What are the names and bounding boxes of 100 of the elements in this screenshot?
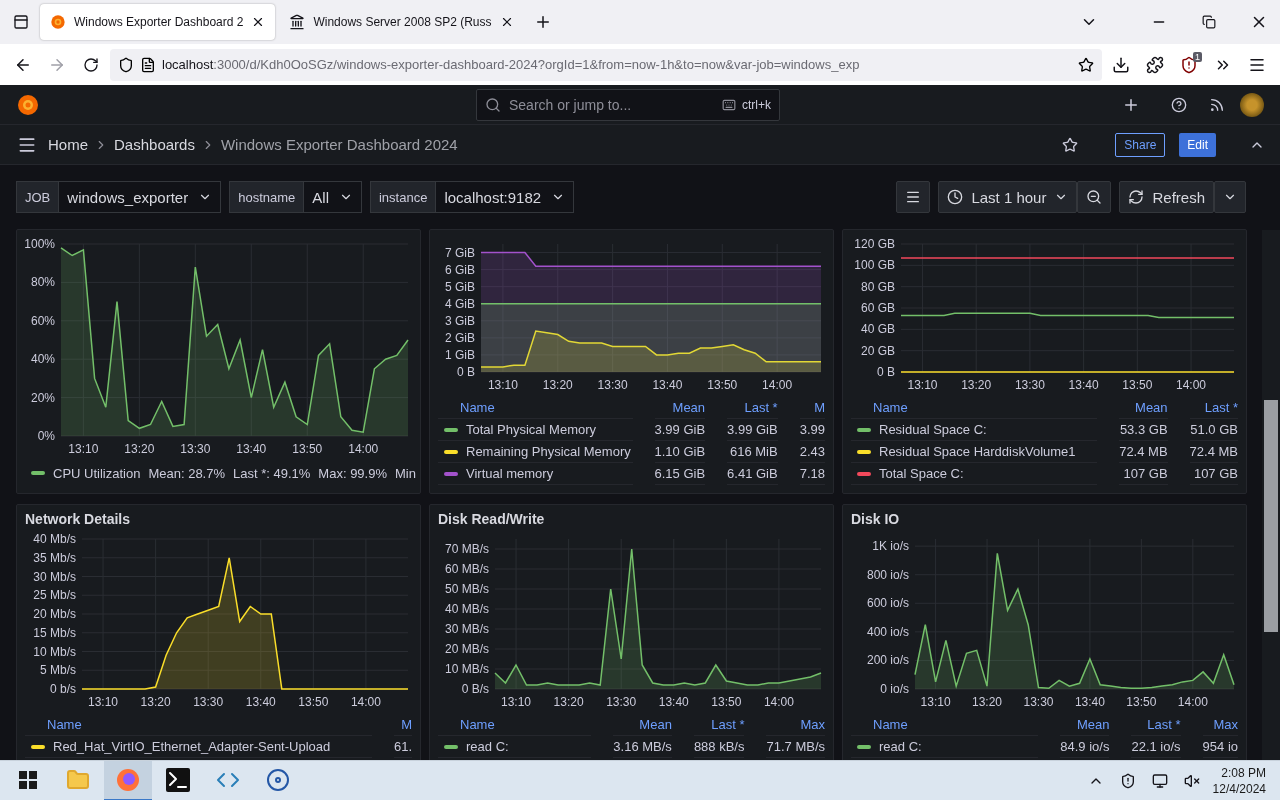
legend-label[interactable]: Total Physical Memory [466, 422, 597, 437]
axis-tick-label: 13:40 [652, 378, 683, 392]
terminal-icon [166, 767, 190, 792]
axis-tick-label: 13:40 [1074, 695, 1105, 709]
table-cell: 72.4 MB [1189, 441, 1238, 463]
table-cell: 61. [393, 736, 412, 758]
building-icon [289, 14, 306, 30]
column-header[interactable]: Last * [693, 714, 745, 736]
axis-tick-label: 13:40 [236, 442, 267, 456]
panel-title: Disk Read/Write [438, 511, 546, 529]
axis-tick-label: 40 MB/s [445, 602, 489, 616]
table-cell: 107 GB [1119, 463, 1168, 485]
legend-label[interactable]: read C: [879, 739, 922, 754]
variable-select[interactable]: windows_exporter [59, 181, 222, 213]
table-cell: 1.10 GiB [654, 441, 706, 463]
axis-tick-label: 100% [25, 237, 55, 251]
axis-tick-label: 13:20 [140, 695, 171, 709]
axis-tick-label: 400 io/s [866, 624, 909, 639]
axis-tick-label: 60 GB [860, 301, 895, 315]
axis-tick-label: 60 MB/s [445, 562, 489, 576]
legend-label[interactable]: Virtual memory [466, 466, 554, 481]
keyboard-icon [722, 97, 736, 112]
axis-tick-label: 13:30 [597, 378, 628, 392]
legend-label[interactable]: CPU Utilization [53, 465, 141, 481]
avatar[interactable] [1240, 92, 1264, 117]
browser-tab[interactable]: Windows Exporter Dashboard 2 [40, 4, 276, 40]
axis-tick-label: 13:20 [553, 695, 584, 709]
column-header[interactable]: Name [438, 714, 592, 736]
column-header[interactable]: Name [851, 714, 1039, 736]
firefox-icon [116, 767, 140, 792]
clock-time[interactable]: 2:08 PM [1221, 764, 1266, 781]
axis-tick-label: 13:20 [124, 442, 155, 456]
axis-tick-label: 80% [30, 275, 55, 290]
axis-tick-label: 14:00 [350, 695, 381, 709]
address-field[interactable]: localhost:3000/d/Kdh0OoSGz/windows-exporter-dashboard-2024?orgId=1&from=now-1h&to=now&var-job=windows_exp [110, 48, 1102, 81]
legend-label[interactable]: read C: [466, 739, 509, 754]
axis-tick-label: 0 B [457, 365, 475, 379]
column-header[interactable]: Last * [1189, 397, 1238, 419]
legend-label[interactable]: Remaining Physical Memory [466, 444, 631, 459]
axis-tick-label: 0 B/s [461, 682, 489, 696]
legend-label[interactable]: Red_Hat_VirtIO_Ethernet_Adapter-Sent-Upload [53, 739, 331, 754]
shield-icon [118, 56, 134, 73]
axis-tick-label: 13:50 [711, 695, 742, 709]
column-header[interactable]: M [799, 397, 825, 419]
table-cell: 53.3 GB [1119, 419, 1168, 441]
axis-tick-label: 0 io/s [880, 682, 909, 696]
menu-icon[interactable] [896, 181, 931, 213]
edit-button[interactable]: Edit [1179, 132, 1216, 157]
column-header[interactable]: Max [766, 714, 825, 736]
column-header[interactable]: Name [438, 397, 633, 419]
refresh-button[interactable]: Refresh [1119, 181, 1214, 213]
search-field[interactable]: Search or jump to... ctrl+k [476, 88, 780, 121]
breadcrumb-link[interactable]: Dashboards [114, 136, 195, 153]
column-header[interactable]: Name [851, 397, 1098, 419]
legend-label[interactable]: Total Space C: [879, 466, 964, 481]
axis-tick-label: 13:30 [1014, 378, 1045, 392]
axis-tick-label: 13:20 [972, 695, 1003, 709]
column-header[interactable]: Last * [727, 397, 778, 419]
axis-tick-label: 5 Mb/s [40, 663, 76, 678]
grafana-logo-icon[interactable] [16, 92, 40, 117]
axis-tick-label: 13:10 [487, 378, 518, 392]
table-cell: 22.1 io/s [1131, 736, 1181, 758]
time-range-picker[interactable]: Last 1 hour [938, 181, 1078, 213]
axis-tick-label: 0% [37, 429, 55, 443]
clock-date[interactable]: 12/4/2024 [1212, 780, 1266, 797]
scrollbar[interactable] [1262, 230, 1280, 760]
zoom-out-icon[interactable] [1077, 181, 1112, 213]
search-input[interactable]: Search or jump to... [507, 95, 716, 114]
breadcrumb-link[interactable]: Windows Exporter Dashboard 2024 [220, 136, 458, 153]
column-header[interactable]: Mean [654, 397, 706, 419]
column-header[interactable]: M [393, 714, 412, 736]
search-icon [485, 96, 501, 113]
axis-tick-label: 13:50 [1126, 695, 1157, 709]
axis-tick-label: 13:50 [292, 442, 323, 456]
legend-label[interactable]: Residual Space HarddiskVolume1 [879, 444, 1076, 459]
column-header[interactable]: Last * [1131, 714, 1181, 736]
column-header[interactable]: Mean [1060, 714, 1110, 736]
column-header[interactable]: Max [1202, 714, 1238, 736]
legend-label[interactable]: Residual Space C: [879, 422, 987, 437]
table-cell: 71.7 MB/s [766, 736, 825, 758]
variable-select[interactable]: localhost:9182 [436, 181, 575, 213]
axis-tick-label: 20 GB [860, 343, 895, 358]
column-header[interactable]: Mean [1119, 397, 1168, 419]
axis-tick-label: 13:30 [180, 442, 211, 456]
column-header[interactable]: Mean [613, 714, 672, 736]
breadcrumb-link[interactable]: Home [48, 136, 88, 153]
variable-select[interactable]: All [304, 181, 362, 213]
star-icon[interactable] [1078, 56, 1094, 73]
axis-tick-label: 100 GB [854, 258, 895, 273]
axis-tick-label: 13:10 [88, 695, 119, 709]
column-header[interactable]: Name [25, 714, 372, 736]
axis-tick-label: 13:40 [658, 695, 689, 709]
variable-label: hostname [229, 181, 305, 213]
table-cell: 6.41 GiB [727, 463, 778, 485]
browser-tab[interactable]: Windows Server 2008 SP2 (Russ [279, 4, 524, 40]
axis-tick-label: 20 Mb/s [33, 607, 76, 621]
axis-tick-label: 60% [30, 313, 55, 328]
share-button[interactable]: Share [1115, 132, 1166, 157]
page-icon [140, 56, 156, 73]
axis-tick-label: 6 GiB [445, 262, 475, 277]
